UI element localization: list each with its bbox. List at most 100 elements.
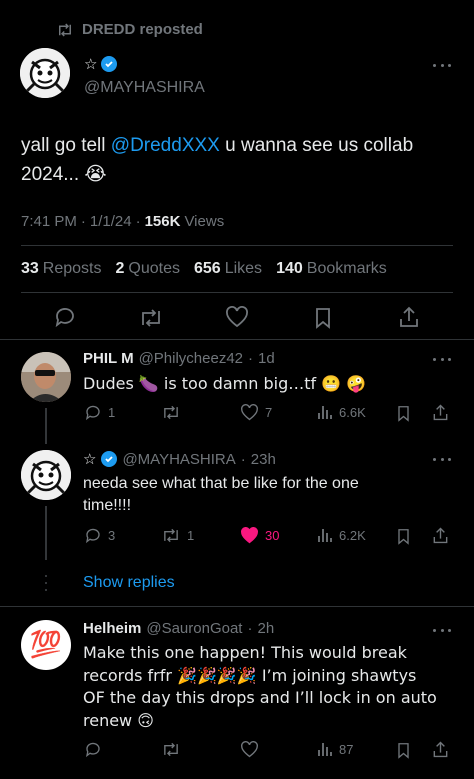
like-button[interactable] — [240, 741, 265, 758]
repost-icon — [142, 309, 160, 327]
like-button[interactable]: 7 — [240, 404, 272, 421]
bookmark-button[interactable] — [396, 527, 411, 546]
stat-quotes[interactable]: 2 Quotes — [116, 260, 181, 278]
stat-likes-count: 656 — [194, 260, 221, 277]
views-button[interactable]: 87 — [317, 741, 353, 757]
reply-age[interactable]: 2h — [257, 620, 274, 637]
share-button[interactable] — [432, 403, 449, 422]
bookmark-button[interactable] — [396, 404, 411, 423]
repost-button[interactable] — [161, 404, 187, 421]
reply-icon — [85, 742, 100, 758]
reply-icon — [85, 405, 100, 421]
show-replies-link[interactable]: Show replies — [83, 574, 175, 592]
repost-header: DREDD reposted — [56, 21, 203, 38]
analytics-icon — [318, 529, 332, 542]
reply-text: Dudes 🍆 is too damn big…tf 😬 🤪 — [83, 374, 367, 393]
repost-button[interactable] — [161, 741, 187, 758]
divider — [0, 339, 474, 340]
author-name[interactable]: ☆ — [84, 55, 118, 73]
heart-icon — [226, 306, 248, 328]
repost-header-text[interactable]: DREDD reposted — [82, 21, 203, 38]
more-options-icon[interactable] — [433, 62, 451, 68]
reply-author-handle[interactable]: @MAYHASHIRA — [122, 451, 235, 468]
repost-button[interactable] — [138, 307, 164, 329]
share-button[interactable] — [398, 305, 420, 329]
reply-age[interactable]: 23h — [251, 451, 276, 468]
more-options-icon[interactable] — [433, 456, 451, 462]
bookmark-button[interactable] — [313, 306, 333, 330]
reply-button[interactable] — [84, 741, 108, 758]
like-count: 7 — [265, 405, 273, 420]
reply-author-handle[interactable]: @Philycheez42 — [139, 350, 243, 367]
repost-icon — [164, 528, 178, 543]
stat-likes[interactable]: 656 Likes — [194, 260, 262, 278]
views-button[interactable]: 6.6K — [317, 404, 366, 420]
heart-filled-icon — [241, 527, 258, 544]
reply-header: ☆ @MAYHASHIRA · 23h — [83, 450, 276, 469]
reply-count: 3 — [108, 528, 116, 543]
stat-reposts[interactable]: 33 Reposts — [21, 260, 102, 278]
divider — [21, 245, 453, 246]
repost-icon — [164, 742, 178, 757]
mention-link[interactable]: @DreddXXX — [111, 135, 220, 156]
tweet-text: yall go tell @DreddXXX u wanna see us co… — [21, 132, 451, 189]
reply-count: 1 — [108, 405, 116, 420]
heart-icon — [241, 741, 258, 758]
crying-emoji-icon: 😭 — [84, 163, 107, 185]
reply-text: needa see what that be like for the one … — [83, 473, 443, 517]
repost-icon — [59, 22, 71, 37]
heart-icon — [241, 404, 258, 421]
stat-bookmarks[interactable]: 140 Bookmarks — [276, 260, 387, 278]
share-button[interactable] — [432, 740, 449, 759]
reply-author-name[interactable]: PHIL M — [83, 350, 134, 367]
thread-dots-icon — [45, 575, 47, 591]
avatar-art-icon — [20, 48, 70, 98]
reply-author-name[interactable]: ☆ — [83, 450, 96, 468]
tweet-time[interactable]: 7:41 PM — [21, 213, 77, 230]
tweet-text-part2: u wanna see us collab — [219, 135, 414, 156]
avatar[interactable] — [21, 450, 71, 500]
views-button[interactable]: 6.2K — [317, 527, 366, 543]
bookmark-icon — [398, 529, 409, 545]
author-handle[interactable]: @MAYHASHIRA — [84, 79, 205, 97]
reply-author-name[interactable]: Helheim — [83, 620, 141, 637]
views-label: Views — [184, 213, 225, 230]
thread-line — [45, 408, 47, 444]
share-icon — [400, 306, 418, 327]
timestamp-row: 7:41 PM · 1/1/24 · 156K Views — [21, 213, 225, 230]
reply-text-line1: Make this one happen! This would break — [83, 643, 407, 662]
reply-author-handle[interactable]: @SauronGoat — [146, 620, 242, 637]
hundred-points-icon: 💯 — [29, 630, 63, 660]
bookmark-button[interactable] — [396, 741, 411, 760]
share-icon — [433, 741, 448, 758]
tweet-date[interactable]: 1/1/24 — [90, 213, 132, 230]
reply-button[interactable]: 1 — [84, 404, 115, 421]
reply-button[interactable] — [53, 306, 77, 328]
reply-text-line2: time!!!! — [83, 497, 132, 514]
avatar[interactable]: 💯 — [21, 620, 71, 670]
repost-button[interactable]: 1 — [161, 527, 194, 544]
views-count: 6.2K — [339, 527, 366, 543]
stat-bookmarks-label: Bookmarks — [306, 260, 387, 277]
reply-icon — [55, 308, 74, 328]
reply-age[interactable]: 1d — [258, 350, 275, 367]
like-button[interactable]: 30 — [240, 527, 279, 544]
reply-header: Helheim @SauronGoat · 2h — [83, 620, 275, 637]
thread-line — [45, 506, 47, 560]
reply-text-line1: needa see what that be like for the one — [83, 475, 359, 492]
reply-text-line2: records frfr 🎉🎉🎉🎉 I’m joining shawtys — [83, 665, 417, 685]
avatar[interactable] — [21, 352, 71, 402]
stat-reposts-label: Reposts — [42, 260, 102, 277]
reply-button[interactable]: 3 — [84, 527, 115, 544]
share-button[interactable] — [432, 526, 449, 545]
avatar[interactable] — [20, 48, 70, 98]
views-count: 6.6K — [339, 404, 366, 420]
reply-text-line4: renew 🙃 — [83, 710, 154, 730]
more-options-icon[interactable] — [433, 356, 451, 362]
bookmark-icon — [398, 406, 409, 422]
like-button[interactable] — [225, 306, 249, 328]
like-count: 30 — [265, 528, 280, 543]
stat-bookmarks-count: 140 — [276, 260, 303, 277]
tweet-text-line2: 2024... — [21, 164, 85, 185]
more-options-icon[interactable] — [433, 627, 451, 633]
